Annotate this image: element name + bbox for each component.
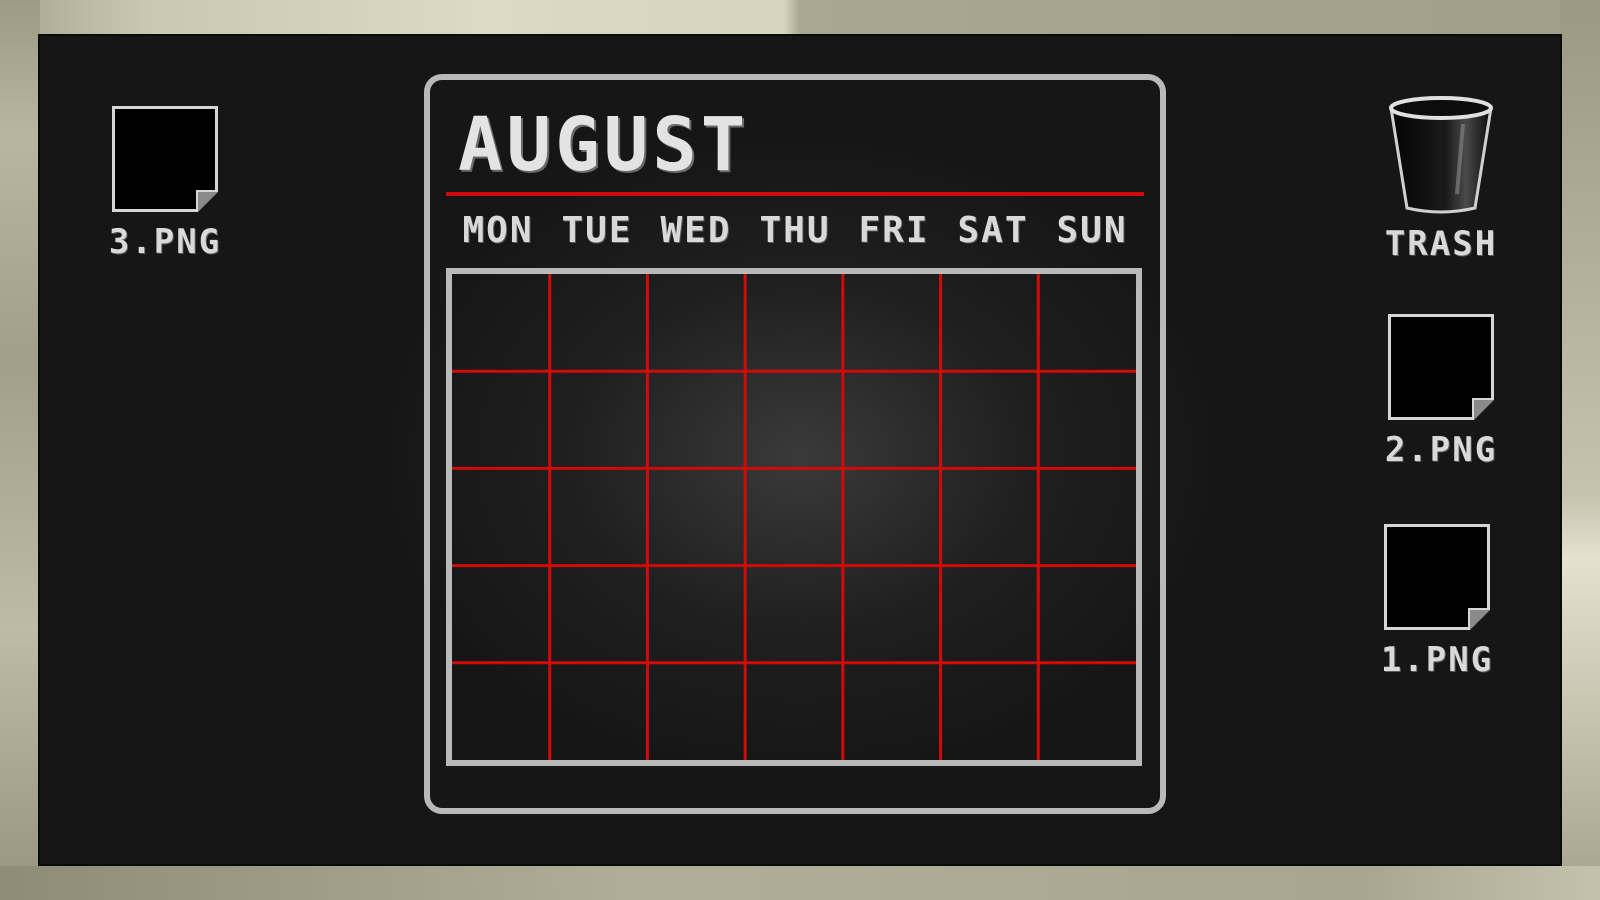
weekday-tue: TUE [561, 210, 633, 251]
calendar-day-cell[interactable] [1038, 468, 1136, 565]
calendar-day-cell[interactable] [452, 274, 550, 371]
calendar-day-cell[interactable] [550, 566, 648, 663]
calendar-day-cell[interactable] [647, 274, 745, 371]
calendar-day-cell[interactable] [452, 663, 550, 760]
weekday-fri: FRI [858, 210, 930, 251]
weekday-thu: THU [759, 210, 831, 251]
calendar-weekday-header: MON TUE WED THU FRI SAT SUN [450, 210, 1140, 251]
calendar-day-cell[interactable] [941, 371, 1039, 468]
calendar-day-cell[interactable] [941, 274, 1039, 371]
weekday-mon: MON [462, 210, 534, 251]
weekday-sun: SUN [1056, 210, 1128, 251]
image-file-icon [1384, 524, 1490, 630]
desktop-icon-label: 2.PNG [1384, 430, 1498, 470]
calendar-day-cell[interactable] [647, 663, 745, 760]
calendar-day-cell[interactable] [745, 663, 843, 760]
desktop-icon-label: 3.PNG [108, 222, 222, 262]
calendar-day-cell[interactable] [941, 566, 1039, 663]
calendar-day-cell[interactable] [452, 468, 550, 565]
image-file-icon [1388, 314, 1494, 420]
calendar-day-cell[interactable] [1038, 663, 1136, 760]
calendar-window[interactable]: AUGUST MON TUE WED THU FRI SAT SUN [424, 74, 1166, 814]
calendar-day-cell[interactable] [745, 468, 843, 565]
frame-bottom-edge [0, 866, 1600, 900]
calendar-day-cell[interactable] [550, 468, 648, 565]
calendar-day-cell[interactable] [647, 566, 745, 663]
calendar-day-cell[interactable] [745, 371, 843, 468]
frame-right-edge [1560, 0, 1600, 900]
calendar-day-cell[interactable] [941, 663, 1039, 760]
calendar-day-cell[interactable] [843, 663, 941, 760]
trash-bin-icon [1389, 96, 1493, 214]
calendar-day-cell[interactable] [843, 468, 941, 565]
calendar-grid-lines [452, 274, 1136, 760]
calendar-day-cell[interactable] [550, 274, 648, 371]
desktop-icon-1-png[interactable]: 1.PNG [1372, 524, 1502, 680]
calendar-day-cell[interactable] [745, 566, 843, 663]
weekday-sat: SAT [957, 210, 1029, 251]
calendar-day-cell[interactable] [452, 566, 550, 663]
page-fold-icon [196, 190, 218, 212]
calendar-day-cell[interactable] [843, 274, 941, 371]
page-fold-icon [1468, 608, 1490, 630]
calendar-title-divider [446, 192, 1144, 196]
weekday-wed: WED [660, 210, 732, 251]
calendar-day-cell[interactable] [745, 274, 843, 371]
calendar-day-grid[interactable] [446, 268, 1142, 766]
calendar-day-cell[interactable] [550, 371, 648, 468]
desktop-screen: 3.PNG TRASH 2.PNG 1.PNG AUGUST MON TUE W… [38, 34, 1562, 866]
desktop-icon-trash[interactable]: TRASH [1370, 94, 1512, 264]
calendar-day-cell[interactable] [1038, 566, 1136, 663]
calendar-day-cell[interactable] [452, 371, 550, 468]
calendar-day-cell[interactable] [1038, 371, 1136, 468]
desktop-icon-3-png[interactable]: 3.PNG [100, 106, 230, 262]
frame-left-edge [0, 0, 40, 900]
calendar-day-cell[interactable] [550, 663, 648, 760]
page-fold-icon [1472, 398, 1494, 420]
image-file-icon [112, 106, 218, 212]
desktop-icon-2-png[interactable]: 2.PNG [1376, 314, 1506, 470]
calendar-day-cell[interactable] [941, 468, 1039, 565]
calendar-month-title: AUGUST [458, 102, 750, 188]
calendar-day-cell[interactable] [843, 566, 941, 663]
calendar-day-cell[interactable] [647, 468, 745, 565]
calendar-day-cell[interactable] [843, 371, 941, 468]
calendar-day-cell[interactable] [1038, 274, 1136, 371]
desktop-icon-label: 1.PNG [1380, 640, 1494, 680]
desktop-icon-label: TRASH [1384, 224, 1498, 264]
calendar-day-cell[interactable] [647, 371, 745, 468]
